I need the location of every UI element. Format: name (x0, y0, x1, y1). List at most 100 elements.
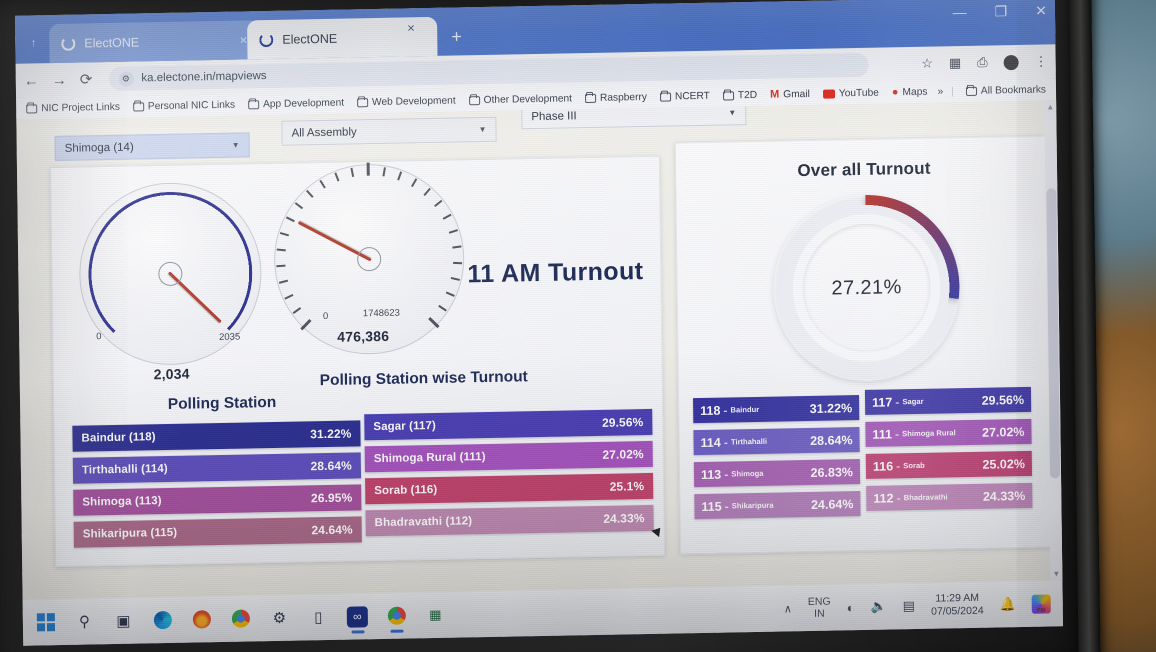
station-name: Bhadravathi (903, 492, 948, 503)
bookmark-raspberry[interactable]: Raspberry (581, 91, 651, 103)
address-bar-url: ka.electone.in/mapviews (141, 70, 267, 85)
folder-icon (26, 103, 38, 114)
avatar[interactable] (1003, 54, 1019, 70)
reload-icon[interactable]: ⟳ (80, 70, 93, 88)
turnout-percent: 24.33% (982, 488, 1026, 504)
split-screen-icon[interactable]: ⎙ (977, 55, 988, 71)
search-icon[interactable]: ⚲ (74, 611, 95, 632)
site-info-icon[interactable]: ⚙ (118, 71, 134, 87)
file-explorer-icon[interactable]: ▯ (308, 606, 329, 627)
station-number: 115 (701, 499, 722, 514)
bookmark-app-development[interactable]: App Development (244, 97, 348, 110)
chrome-icon[interactable] (230, 608, 251, 629)
gauge-tick (453, 261, 463, 264)
table-row[interactable]: 111- Shimoga Rural 27.02% (865, 418, 1032, 447)
station-name: Tirthahalli (730, 436, 768, 447)
bookmark-maps[interactable]: ● Maps (888, 86, 932, 99)
tray-chevron-icon[interactable]: ∧ (784, 602, 792, 615)
turnout-percent: 25.02% (982, 456, 1025, 472)
tab-search-chevron-icon[interactable]: ← (29, 38, 41, 49)
gauge-tick (434, 199, 443, 207)
tab-electone-1[interactable]: ElectONE × (49, 20, 260, 64)
table-row[interactable]: 113- Shimoga 26.83% (693, 459, 861, 488)
separator: - (724, 466, 729, 482)
close-window-button[interactable]: ✕ (1035, 2, 1047, 19)
gauge-tick (279, 232, 289, 237)
table-row[interactable]: 114- Tirthahalli 28.64% (693, 427, 860, 456)
bookmark-t2d[interactable]: T2D (719, 89, 761, 101)
maximize-button[interactable]: ❐ (995, 3, 1008, 20)
notifications-bell-icon[interactable]: 🔔 (999, 596, 1015, 612)
back-icon[interactable]: ← (24, 72, 39, 89)
chrome-active-icon[interactable] (386, 605, 407, 626)
tab-favicon (259, 32, 274, 47)
station-name: Baindur (730, 404, 760, 415)
chrome-menu-icon[interactable]: ⋮ (1035, 53, 1048, 69)
table-row[interactable]: Shimoga Rural (111) 27.02% (364, 440, 653, 473)
scroll-down-icon[interactable]: ▼ (1052, 569, 1060, 578)
gauge-tick (448, 229, 458, 234)
language-indicator[interactable]: ENG IN (808, 596, 831, 621)
bookmarks-overflow-icon[interactable]: » (938, 86, 944, 97)
power-bi-icon[interactable] (1031, 594, 1051, 614)
task-view-icon[interactable]: ▣ (113, 610, 134, 631)
gauge-tick (452, 245, 462, 249)
bookmark-web-development[interactable]: Web Development (353, 95, 460, 108)
clock[interactable]: 11:29 AM 07/05/2024 (931, 592, 984, 619)
gauge-tick (350, 167, 354, 177)
table-row[interactable]: Bhadravathi (112) 24.33% (365, 504, 654, 537)
close-icon[interactable]: × (407, 20, 415, 35)
wifi-icon[interactable]: ◐ (847, 600, 855, 615)
station-number: 111 (872, 426, 893, 442)
assembly-select[interactable]: All Assembly ▼ (281, 116, 497, 146)
table-row[interactable]: Sorab (116) 25.1% (365, 472, 654, 505)
table-row[interactable]: 112- Bhadravathi 24.33% (866, 482, 1033, 511)
district-select[interactable]: Shimoga (14) ▼ (54, 132, 250, 162)
bookmark-label: Raspberry (599, 91, 648, 104)
overall-turnout-value: 27.21% (831, 275, 902, 300)
table-row[interactable]: 117- Sagar 29.56% (864, 386, 1032, 415)
turnout-percent: 24.64% (810, 496, 854, 512)
turnout-percent: 25.1% (609, 479, 645, 494)
bookmark-nic-project-links[interactable]: NIC Project Links (22, 101, 124, 114)
table-row[interactable]: Shikaripura (115) 24.64% (73, 516, 362, 548)
district-select-value: Shimoga (14) (64, 141, 134, 155)
table-row[interactable]: 118- Baindur 31.22% (693, 395, 860, 424)
table-row[interactable]: Tirthahalli (114) 28.64% (72, 452, 362, 484)
battery-icon[interactable]: ▤ (903, 598, 916, 614)
gauge-min-label: 0 (96, 331, 102, 343)
separator: - (723, 434, 729, 450)
bookmark-gmail[interactable]: M Gmail (766, 88, 814, 101)
new-tab-button[interactable]: + (451, 26, 462, 47)
turnout-percent: 26.83% (810, 464, 854, 480)
start-button[interactable] (35, 612, 56, 633)
forward-icon[interactable]: → (52, 71, 67, 88)
bookmark-star-icon[interactable]: ☆ (921, 56, 933, 72)
table-row[interactable]: Baindur (118) 31.22% (72, 420, 361, 452)
bookmark-personal-nic-links[interactable]: Personal NIC Links (129, 99, 239, 112)
laptop-screen: ← ElectONE × ElectONE × + — ❐ ✕ ← → ⟳ ⚙ … (14, 0, 1064, 646)
laptop-photo-scene: ← ElectONE × ElectONE × + — ❐ ✕ ← → ⟳ ⚙ … (0, 0, 1156, 652)
bookmark-ncert[interactable]: NCERT (656, 90, 714, 102)
teams-icon[interactable]: ∞ (346, 605, 368, 628)
all-bookmarks-button[interactable]: All Bookmarks (962, 84, 1050, 97)
scroll-up-icon[interactable]: ▲ (1046, 102, 1054, 111)
bookmark-other-development[interactable]: Other Development (465, 93, 576, 106)
turnout-percent: 24.33% (603, 511, 645, 526)
firefox-icon[interactable] (191, 609, 212, 630)
bookmark-label: T2D (737, 89, 758, 101)
tools-icon[interactable]: ⚙ (269, 607, 290, 628)
table-row[interactable]: 115- Shikaripura 24.64% (694, 491, 861, 520)
bookmark-youtube[interactable]: YouTube (819, 87, 883, 99)
volume-icon[interactable]: 🔈 (870, 599, 886, 615)
table-row[interactable]: Sagar (117) 29.56% (364, 408, 653, 441)
edge-icon[interactable] (152, 609, 173, 630)
close-icon[interactable]: × (240, 32, 248, 47)
taskbar-icons: ⚲ ▣ ⚙ ▯ ∞ ▦ (35, 604, 446, 633)
extensions-icon[interactable]: ▦ (949, 55, 962, 71)
table-row[interactable]: Shimoga (113) 26.95% (73, 484, 362, 516)
minimize-button[interactable]: — (953, 4, 967, 21)
excel-icon[interactable]: ▦ (425, 604, 446, 625)
table-row[interactable]: 116- Sorab 25.02% (865, 450, 1033, 479)
gmail-icon: M (769, 88, 780, 101)
